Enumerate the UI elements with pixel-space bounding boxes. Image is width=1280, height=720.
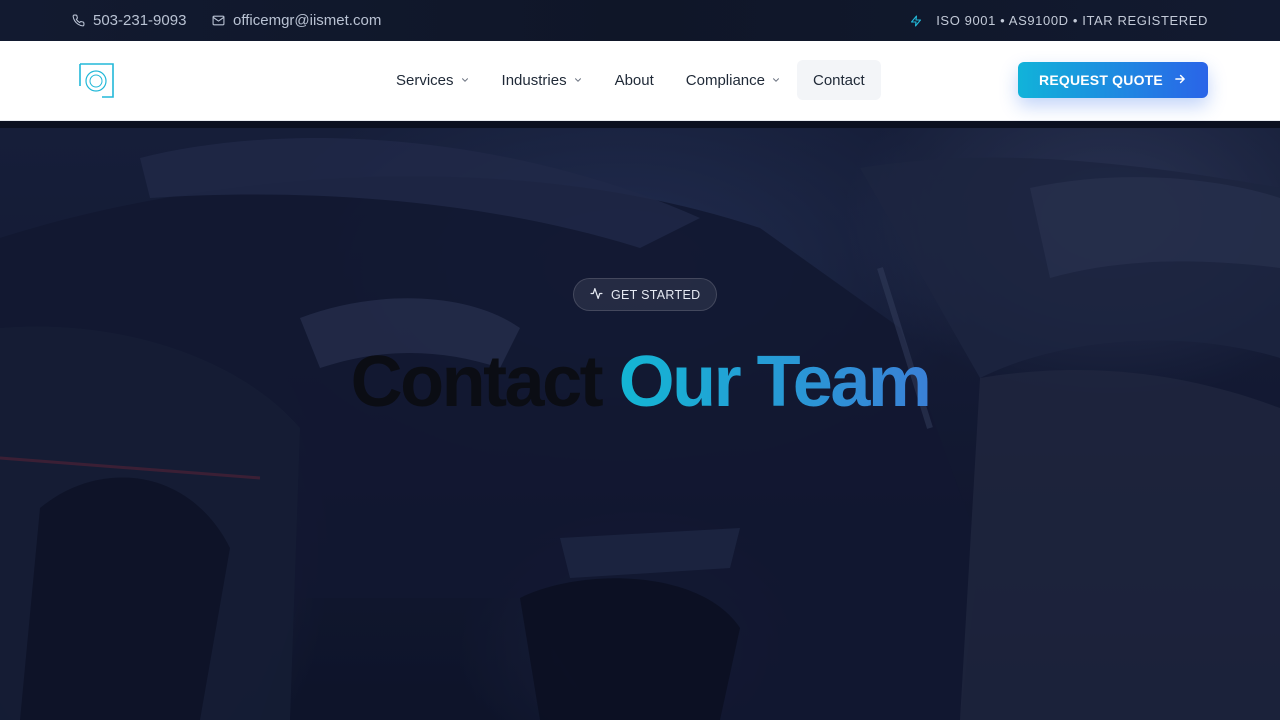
phone-number[interactable]: 503-231-9093 [93, 12, 186, 29]
title-part-2: Our Team [618, 342, 932, 422]
nav-item-industries[interactable]: Industries [486, 60, 599, 100]
nav-item-contact[interactable]: Contact [797, 60, 881, 100]
hero-section: GET STARTED Contact Our Team [0, 128, 1280, 720]
mail-icon [212, 14, 225, 27]
page-title: Contact Our Team [0, 346, 1280, 418]
primary-nav: Services Industries About Compliance Con… [380, 60, 881, 100]
arrow-right-icon [1173, 72, 1187, 89]
request-quote-label: REQUEST QUOTE [1039, 72, 1163, 88]
phone-contact[interactable]: 503-231-9093 [72, 0, 186, 41]
nav-item-label: Industries [501, 71, 567, 89]
nav-item-compliance[interactable]: Compliance [670, 60, 797, 100]
chevron-down-icon [573, 75, 583, 85]
top-info-bar: 503-231-9093 officemgr@iismet.com ISO 90… [0, 0, 1280, 41]
chevron-down-icon [460, 75, 470, 85]
nav-item-services[interactable]: Services [380, 60, 486, 100]
nav-item-label: Compliance [685, 71, 765, 89]
badge-label: GET STARTED [611, 287, 701, 302]
email-contact[interactable]: officemgr@iismet.com [212, 0, 381, 41]
email-address[interactable]: officemgr@iismet.com [233, 12, 381, 29]
nav-item-label: Contact [813, 71, 865, 89]
request-quote-button[interactable]: REQUEST QUOTE [1018, 62, 1208, 98]
activity-icon [590, 287, 603, 303]
chevron-down-icon [771, 75, 781, 85]
certifications-text: ISO 9001 • AS9100D • ITAR REGISTERED [936, 13, 1208, 28]
nav-item-label: Services [396, 71, 454, 89]
get-started-badge: GET STARTED [573, 278, 718, 311]
title-part-1: Contact [350, 342, 604, 422]
nav-item-label: About [614, 71, 654, 89]
certifications: ISO 9001 • AS9100D • ITAR REGISTERED [910, 0, 1208, 41]
main-navbar: Services Industries About Compliance Con… [0, 41, 1280, 121]
nav-item-about[interactable]: About [599, 60, 670, 100]
phone-icon [72, 14, 85, 27]
logo-mark[interactable] [78, 62, 116, 100]
lightning-icon [910, 14, 922, 28]
hero-overlay [0, 128, 1280, 720]
